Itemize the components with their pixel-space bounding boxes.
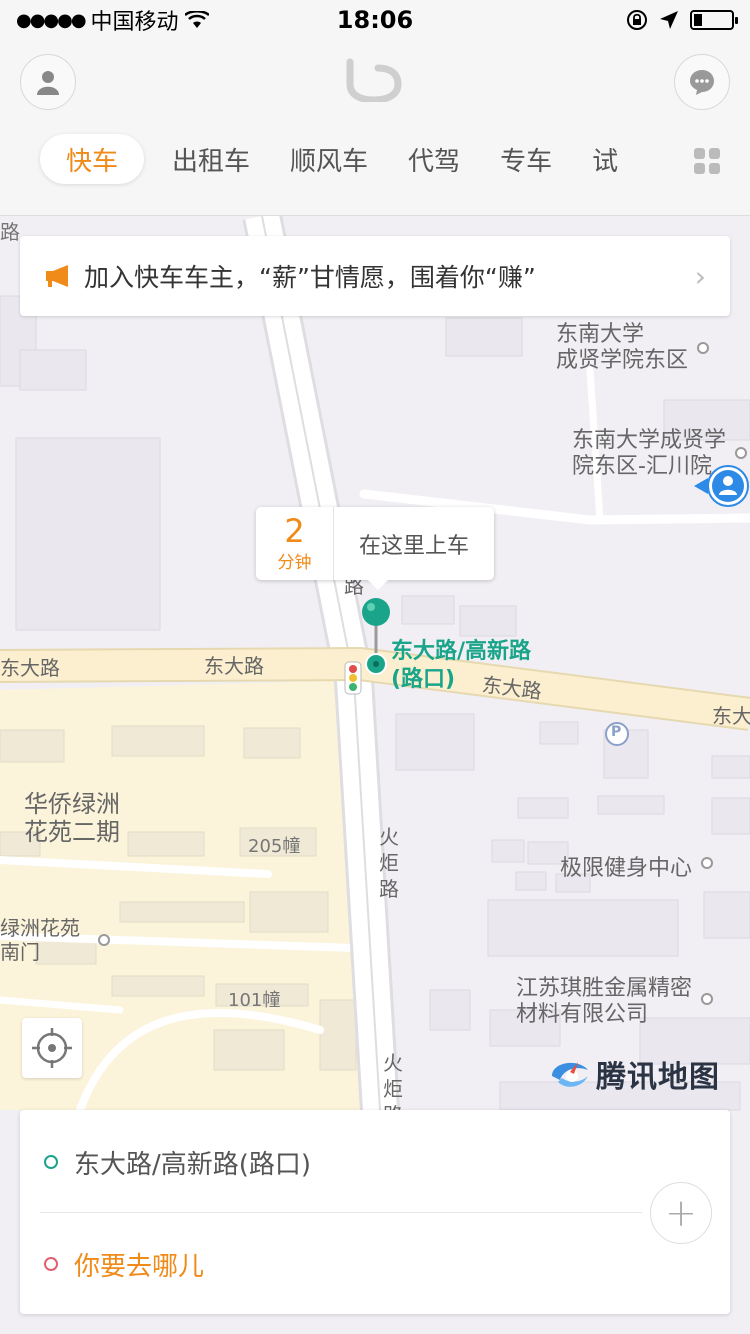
eta-value: 2	[284, 512, 305, 550]
pickup-here-label: 在这里上车	[358, 533, 469, 559]
map-label-poi: 绿洲花苑 南门	[0, 916, 80, 964]
map-label-road: 火炬路	[379, 825, 399, 901]
tab-express[interactable]: 快车	[40, 134, 145, 184]
tencent-map-icon	[552, 1062, 588, 1087]
status-bar: ●●●●● 中国移动 18:06	[0, 0, 750, 40]
megaphone-icon	[46, 265, 68, 287]
map-label-poi: 东南大学 成贤学院东区	[556, 322, 689, 373]
crosshair-icon	[32, 1028, 72, 1068]
map-label-poi: 江苏琪胜金属精密 材料有限公司	[516, 976, 693, 1027]
promo-banner[interactable]: 加入快车车主，“薪”甘情愿，围着你“赚” ›	[20, 236, 730, 316]
parking-icon: P	[611, 724, 622, 740]
signal-strength-icon: ●●●●●	[16, 9, 87, 31]
map-label-road: 东大	[712, 704, 750, 728]
pickup-field[interactable]: 东大路/高新路(路口)	[44, 1112, 630, 1212]
pickup-address: 东大路/高新路(路口)	[74, 1149, 312, 1180]
top-navigation: 快车 出租车 顺风车 代驾 专车 试	[0, 40, 750, 216]
divider	[40, 1212, 642, 1213]
destination-field[interactable]: 你要去哪儿	[44, 1214, 630, 1314]
locate-me-button[interactable]	[22, 1018, 82, 1078]
tab-premier[interactable]: 专车	[500, 134, 552, 184]
more-services-grid-icon[interactable]	[694, 148, 720, 174]
tab-hitch[interactable]: 顺风车	[290, 134, 368, 184]
add-stop-button[interactable]: +	[650, 1182, 712, 1244]
tab-taxi[interactable]: 出租车	[172, 134, 250, 184]
wifi-icon	[184, 11, 209, 28]
user-icon	[37, 71, 59, 95]
eta-box: 2 分钟	[256, 507, 334, 580]
carrier-name: 中国移动	[90, 10, 179, 35]
map-label-fragment: 路	[0, 220, 20, 244]
location-arrow-icon	[660, 11, 678, 29]
map-provider-logo: 腾讯地图	[548, 1052, 720, 1096]
destination-dot-icon	[44, 1257, 58, 1271]
map-label-building: 101幢	[228, 990, 281, 1011]
battery-icon	[690, 10, 738, 30]
tab-designated-driver[interactable]: 代驾	[408, 134, 460, 184]
profile-button[interactable]	[20, 54, 76, 110]
tab-partial[interactable]: 试	[592, 134, 618, 184]
map-label-building: 205幢	[248, 836, 301, 857]
didi-logo-icon	[346, 58, 402, 102]
eta-unit: 分钟	[277, 553, 312, 573]
pickup-pin-icon[interactable]	[360, 596, 392, 678]
route-panel: 东大路/高新路(路口) 你要去哪儿 +	[20, 1110, 730, 1314]
map-label-poi: 华侨绿洲 花苑二期	[24, 790, 120, 846]
chevron-right-icon: ›	[694, 259, 706, 293]
map-label-road: 东大路	[0, 656, 60, 680]
pickup-location-label: 东大路/高新路 (路口)	[391, 639, 532, 692]
orientation-lock-icon	[627, 10, 647, 30]
messages-button[interactable]	[674, 54, 730, 110]
map-logo-text: 腾讯地图	[596, 1060, 720, 1095]
user-location-icon[interactable]	[694, 464, 750, 508]
tab-fade-overlay	[630, 130, 750, 190]
chat-bubble-icon	[690, 70, 714, 95]
promo-text: 加入快车车主，“薪”甘情愿，围着你“赚”	[84, 263, 536, 292]
origin-dot-icon	[44, 1155, 58, 1169]
pickup-eta-bubble[interactable]: 2 分钟 在这里上车	[256, 507, 494, 590]
destination-placeholder: 你要去哪儿	[74, 1251, 205, 1282]
map-label-poi: 极限健身中心	[560, 856, 693, 881]
map-label-road: 东大路	[204, 654, 264, 678]
